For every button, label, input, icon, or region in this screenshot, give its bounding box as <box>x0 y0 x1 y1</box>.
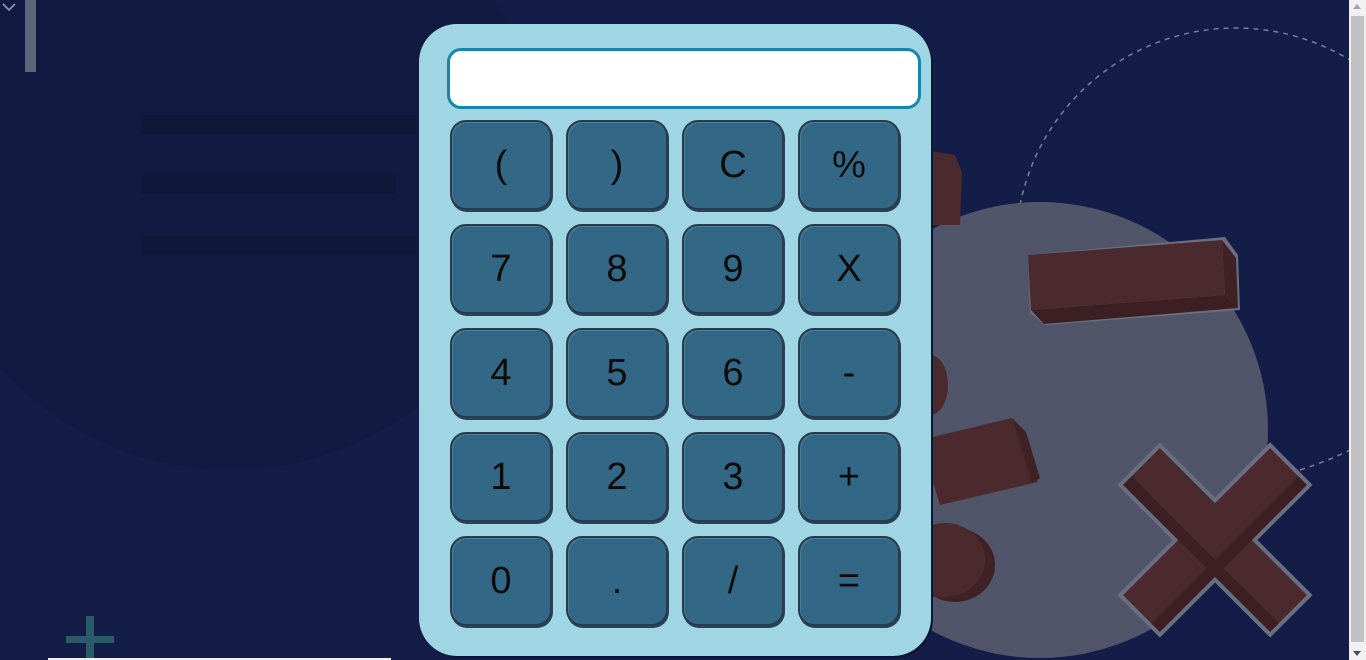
chevron-down-icon <box>2 3 16 12</box>
scroll-down-arrow-icon[interactable] <box>1353 651 1361 656</box>
key-5[interactable]: 5 <box>566 328 668 418</box>
scrollbar-thumb[interactable] <box>1351 16 1364 642</box>
scroll-up-arrow-icon[interactable] <box>1353 4 1361 9</box>
key-9[interactable]: 9 <box>682 224 784 314</box>
bg-dashed-arc <box>1019 27 1350 206</box>
key-4[interactable]: 4 <box>450 328 552 418</box>
left-scroll-indicator <box>25 0 36 72</box>
bg-dashed-arc-2 <box>1299 449 1350 471</box>
key-2[interactable]: 2 <box>566 432 668 522</box>
key-percent[interactable]: % <box>798 120 900 210</box>
key-decimal[interactable]: . <box>566 536 668 626</box>
key-8[interactable]: 8 <box>566 224 668 314</box>
key-7[interactable]: 7 <box>450 224 552 314</box>
calculator-display[interactable] <box>447 48 921 109</box>
key-plus[interactable]: + <box>798 432 900 522</box>
keypad: ( ) C % 7 8 9 X 4 5 6 - 1 2 3 + 0 . / = <box>450 120 900 626</box>
key-minus[interactable]: - <box>798 328 900 418</box>
key-divide[interactable]: / <box>682 536 784 626</box>
calculator: ( ) C % 7 8 9 X 4 5 6 - 1 2 3 + 0 . / = <box>419 24 931 656</box>
key-3[interactable]: 3 <box>682 432 784 522</box>
vertical-scrollbar[interactable] <box>1349 0 1366 660</box>
bg-line-1 <box>141 115 416 134</box>
key-equals[interactable]: = <box>798 536 900 626</box>
bg-line-2 <box>141 175 396 194</box>
key-1[interactable]: 1 <box>450 432 552 522</box>
key-close-paren[interactable]: ) <box>566 120 668 210</box>
key-open-paren[interactable]: ( <box>450 120 552 210</box>
key-multiply[interactable]: X <box>798 224 900 314</box>
key-clear[interactable]: C <box>682 120 784 210</box>
key-0[interactable]: 0 <box>450 536 552 626</box>
bg-plus-horizontal <box>66 636 114 643</box>
key-6[interactable]: 6 <box>682 328 784 418</box>
bg-line-3 <box>141 236 416 255</box>
